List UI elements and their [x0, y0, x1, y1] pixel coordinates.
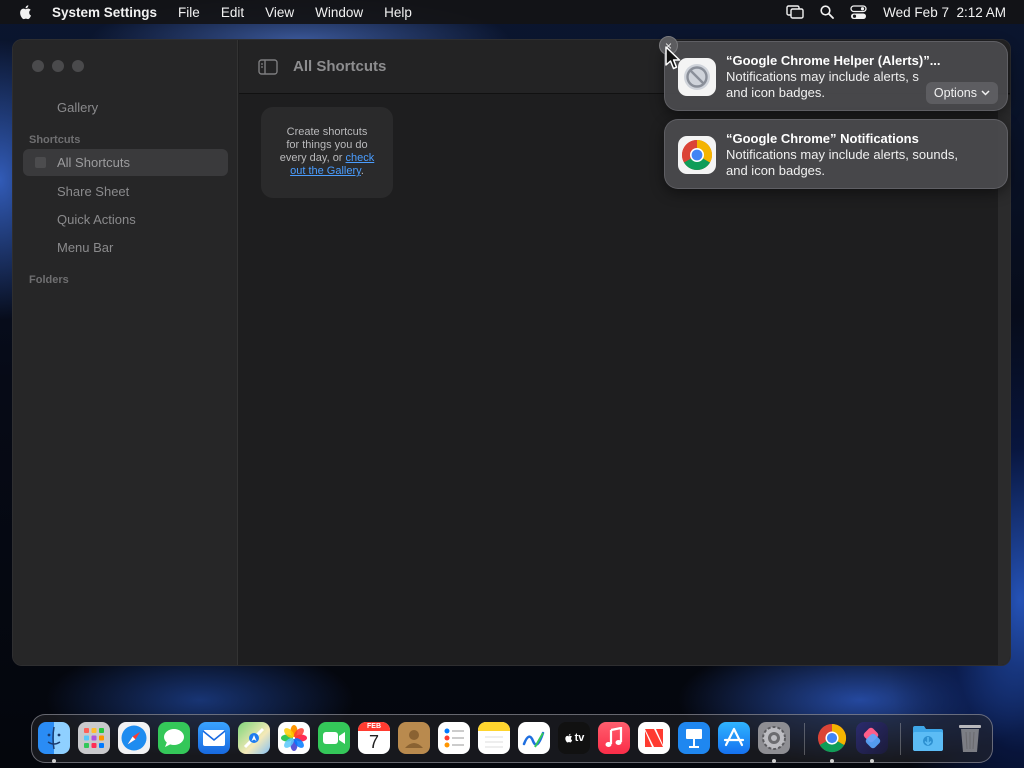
dock-messages-icon[interactable]	[158, 722, 190, 754]
spotlight-search-icon[interactable]	[820, 5, 835, 19]
notification-title: “Google Chrome” Notifications	[726, 131, 919, 146]
page-title: All Shortcuts	[293, 58, 387, 75]
sidebar-item-gallery[interactable]: Gallery	[57, 100, 98, 115]
sidebar-header-shortcuts: Shortcuts	[29, 134, 81, 146]
dock-shortcuts-icon[interactable]	[856, 722, 888, 754]
window-controls	[32, 60, 84, 72]
calendar-month: FEB	[358, 722, 390, 731]
options-label: Options	[933, 86, 977, 100]
dock-photos-icon[interactable]	[278, 722, 310, 754]
empty-state-line: Create shortcuts	[286, 126, 368, 138]
sidebar-toggle-icon[interactable]	[258, 59, 278, 75]
notification-options-button[interactable]: Options	[925, 82, 998, 104]
sidebar: Gallery Shortcuts All Shortcuts Share Sh…	[13, 40, 238, 665]
mouse-cursor-icon	[665, 46, 681, 70]
notification-body-line: and icon badges.	[726, 163, 826, 178]
empty-state-card: Create shortcuts for things you do every…	[261, 107, 393, 198]
dock-system-settings-icon[interactable]	[758, 722, 790, 754]
empty-state-text: every day, or	[279, 152, 346, 164]
dock-launchpad-icon[interactable]	[78, 722, 110, 754]
screen-mirror-icon[interactable]	[786, 5, 804, 19]
dock-mail-icon[interactable]	[198, 722, 230, 754]
sidebar-item-label: All Shortcuts	[57, 155, 130, 170]
menu-edit[interactable]: Edit	[221, 5, 244, 20]
sidebar-item-menu-bar[interactable]: Menu Bar	[57, 240, 113, 255]
empty-state-period: .	[360, 165, 364, 177]
dock-separator	[804, 723, 805, 755]
dock-safari-icon[interactable]	[118, 722, 150, 754]
dock-contacts-icon[interactable]	[398, 722, 430, 754]
menu-view[interactable]: View	[265, 5, 294, 20]
tv-label: tv	[574, 732, 585, 744]
dock-facetime-icon[interactable]	[318, 722, 350, 754]
notification-body: Notifications may include alerts, sounds…	[726, 147, 996, 179]
empty-state-line: every day, or check	[261, 152, 393, 165]
dock-finder-icon[interactable]	[38, 722, 70, 754]
menu-bar: System Settings File Edit View Window He…	[0, 0, 1024, 24]
dock-app-store-icon[interactable]	[718, 722, 750, 754]
menu-help[interactable]: Help	[384, 5, 412, 20]
dock: FEB 7 tv	[31, 714, 993, 763]
dock-reminders-icon[interactable]	[438, 722, 470, 754]
calendar-day: 7	[368, 732, 379, 752]
notification-chrome-helper[interactable]: “Google Chrome Helper (Alerts)”... Notif…	[664, 41, 1008, 111]
dock-running-indicator	[52, 759, 56, 763]
gallery-link-part2[interactable]: out the Gallery	[290, 165, 361, 177]
menubar-clock[interactable]: Wed Feb 7 2:12 AM	[883, 5, 1006, 20]
notification-title: “Google Chrome Helper (Alerts)”...	[726, 53, 941, 68]
sidebar-item-share-sheet[interactable]: Share Sheet	[57, 184, 129, 199]
all-shortcuts-icon	[35, 157, 46, 168]
dock-running-indicator	[772, 759, 776, 763]
chrome-icon	[678, 136, 716, 174]
notification-body-line: Notifications may include alerts, sounds…	[726, 147, 958, 162]
dock-separator	[900, 723, 901, 755]
control-center-icon[interactable]	[850, 4, 867, 20]
menu-window[interactable]: Window	[315, 5, 363, 20]
notification-chrome[interactable]: “Google Chrome” Notifications Notificati…	[664, 119, 1008, 189]
empty-state-line: for things you do	[286, 139, 368, 151]
sidebar-item-all-shortcuts[interactable]: All Shortcuts	[23, 149, 228, 176]
chrome-helper-icon	[678, 58, 716, 96]
dock-chrome-icon[interactable]	[816, 722, 848, 754]
dock-news-icon[interactable]	[638, 722, 670, 754]
dock-downloads-folder-icon[interactable]	[912, 722, 944, 754]
chevron-down-icon	[981, 90, 990, 96]
dock-running-indicator	[830, 759, 834, 763]
dock-freeform-icon[interactable]	[518, 722, 550, 754]
menu-file[interactable]: File	[178, 5, 200, 20]
dock-notes-icon[interactable]	[478, 722, 510, 754]
dock-running-indicator	[870, 759, 874, 763]
minimize-window-button[interactable]	[52, 60, 64, 72]
dock-maps-icon[interactable]	[238, 722, 270, 754]
app-menu-system-settings[interactable]: System Settings	[52, 5, 157, 20]
sidebar-header-folders: Folders	[29, 274, 69, 286]
dock-calendar-icon[interactable]: FEB 7	[358, 722, 390, 754]
close-window-button[interactable]	[32, 60, 44, 72]
sidebar-item-quick-actions[interactable]: Quick Actions	[57, 212, 136, 227]
gallery-link-part1[interactable]: check	[346, 152, 375, 164]
dock-trash-icon[interactable]	[954, 722, 986, 754]
dock-keynote-icon[interactable]	[678, 722, 710, 754]
zoom-window-button[interactable]	[72, 60, 84, 72]
empty-state-line: out the Gallery.	[261, 165, 393, 178]
dock-tv-icon[interactable]: tv	[558, 722, 590, 754]
apple-menu-icon[interactable]	[18, 4, 34, 20]
dock-music-icon[interactable]	[598, 722, 630, 754]
